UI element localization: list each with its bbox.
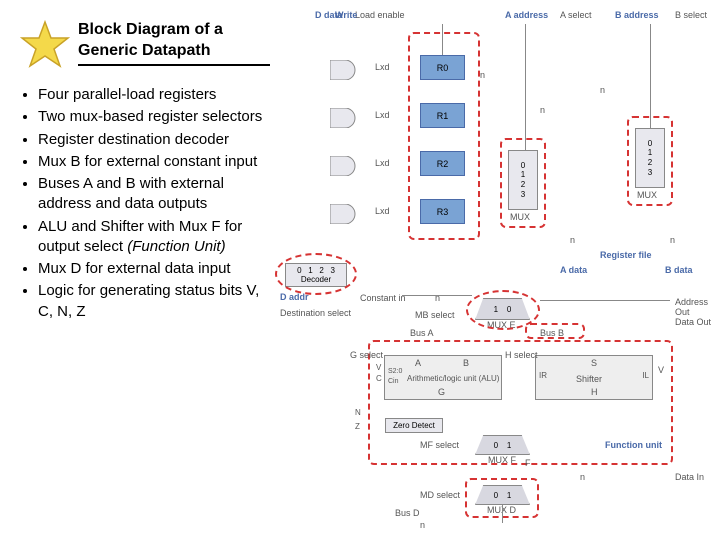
label-a-data: A data [560, 265, 587, 275]
label-f: F [525, 458, 531, 468]
label-bus-a: Bus A [410, 328, 434, 338]
label-shifter-0: V [658, 365, 664, 375]
label-n: n [420, 520, 425, 530]
label-n: N [355, 408, 361, 417]
bullet-item: Mux B for external constant input [38, 152, 270, 172]
star-icon [20, 20, 70, 70]
label-b-data: B data [665, 265, 693, 275]
label-a-select: A select [560, 10, 592, 20]
label-n: n [670, 235, 675, 245]
and-gate-icon [330, 156, 360, 176]
label-n: n [600, 85, 605, 95]
label-c: C [376, 374, 382, 383]
label-lxd: Lxd [375, 158, 390, 168]
label-mb-select: MB select [415, 310, 455, 320]
zero-detect: Zero Detect [385, 418, 443, 433]
label-lxd: Lxd [375, 110, 390, 120]
label-n: n [540, 105, 545, 115]
highlight-decoder [275, 253, 357, 295]
highlight-bus-b [525, 323, 585, 339]
and-gate-icon [330, 204, 360, 224]
label-g-select: G select [350, 350, 383, 360]
bullet-list: Four parallel-load registers Two mux-bas… [20, 85, 270, 322]
label-data-in: Data In [675, 472, 704, 482]
label-n: n [570, 235, 575, 245]
bullet-item: Mux D for external data input [38, 259, 270, 279]
label-d-addr: D addr [280, 292, 309, 302]
label-dest-select: Destination select [280, 308, 351, 318]
label-md-select: MD select [420, 490, 460, 500]
mux-f: 0 1 [475, 435, 530, 455]
label-n: n [580, 472, 585, 482]
datapath-diagram: Load enable Write D data A address A sel… [280, 10, 720, 540]
label-load-enable: Load enable [355, 10, 405, 20]
bullet-item: Logic for generating status bits V, C, N… [38, 281, 270, 322]
label-register-file: Register file [600, 250, 652, 260]
label-bus-d: Bus D [395, 508, 420, 518]
label-lxd: Lxd [375, 206, 390, 216]
label-function-unit: Function unit [605, 440, 662, 450]
bullet-item: Register destination decoder [38, 130, 270, 150]
label-data-out: Data Out [675, 317, 711, 327]
label-d-data: D data [315, 10, 343, 20]
label-b-address: B address [615, 10, 659, 20]
highlight-mux-b [627, 116, 673, 206]
label-n: n [480, 70, 485, 80]
label-a-address: A address [505, 10, 548, 20]
label-mf-select: MF select [420, 440, 459, 450]
page-title: Block Diagram of a Generic Datapath [78, 20, 270, 66]
label-mux-f: MUX F [488, 455, 516, 465]
shifter-box: S IR IL Shifter H [535, 355, 653, 400]
label-v: V [376, 363, 381, 372]
bullet-item: ALU and Shifter with Mux F for output se… [38, 217, 270, 258]
label-h-select: H select [505, 350, 538, 360]
bullet-item: Buses A and B with external address and … [38, 174, 270, 215]
bullet-item: Two mux-based register selectors [38, 107, 270, 127]
and-gate-icon [330, 60, 360, 80]
label-z: Z [355, 422, 360, 431]
label-b-select: B select [675, 10, 707, 20]
and-gate-icon [330, 108, 360, 128]
highlight-registers [408, 32, 480, 240]
alu-box: A B S2:0 Cin Arithmetic/logic unit (ALU)… [384, 355, 502, 400]
bullet-item: Four parallel-load registers [38, 85, 270, 105]
label-address-out: Address Out [675, 297, 720, 317]
label-lxd: Lxd [375, 62, 390, 72]
label-constant-in: Constant in [360, 293, 406, 303]
highlight-mux-a [500, 138, 546, 228]
